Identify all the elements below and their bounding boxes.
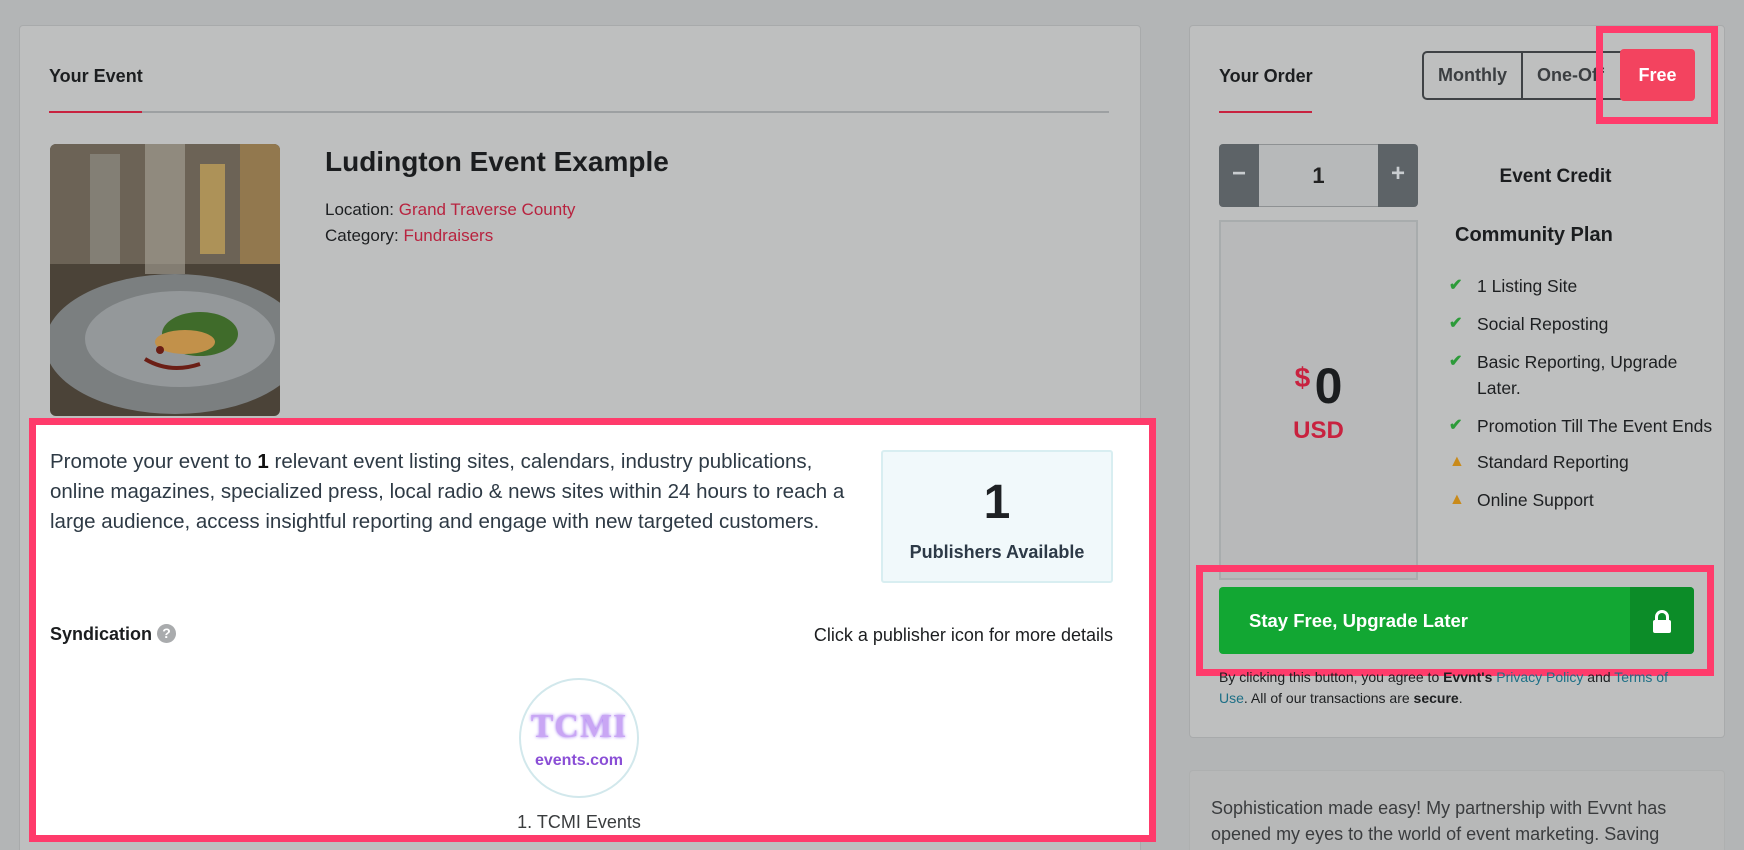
warning-icon: ▲: [1449, 453, 1465, 470]
publisher-icon-tcmi[interactable]: TCMI events.com: [519, 678, 639, 798]
cta-highlight-box: [1196, 565, 1714, 676]
publisher-name[interactable]: 1. TCMI Events: [476, 812, 682, 833]
billing-toggle: Monthly One-Off: [1422, 51, 1625, 100]
location-link[interactable]: Grand Traverse County: [399, 200, 576, 219]
legal-text: By clicking this button, you agree to Ev…: [1219, 669, 1668, 706]
order-tab-underline: [1219, 111, 1312, 113]
event-photo: [50, 144, 280, 416]
privacy-policy-link[interactable]: Privacy Policy: [1496, 669, 1583, 685]
category-link[interactable]: Fundraisers: [403, 226, 493, 245]
category-label: Category:: [325, 226, 399, 245]
publishers-available-box: 1 Publishers Available: [881, 450, 1113, 583]
check-icon: ✔: [1449, 417, 1463, 434]
testimonial-text: Sophistication made easy! My partnership…: [1211, 798, 1667, 844]
quantity-increase-button[interactable]: +: [1378, 144, 1418, 207]
feature-item: ▲ Standard Reporting: [1449, 449, 1719, 475]
check-icon: ✔: [1449, 353, 1463, 370]
warning-icon: ▲: [1449, 491, 1465, 508]
free-highlight-box: [1596, 26, 1718, 124]
feature-item: ▲ Online Support: [1449, 487, 1719, 513]
feature-item: ✔ Social Reposting: [1449, 311, 1719, 337]
publisher-logo-text: TCMI: [530, 708, 628, 745]
tab-your-order[interactable]: Your Order: [1219, 66, 1313, 87]
promo-description: Promote your event to 1 relevant event l…: [50, 450, 845, 533]
publishers-label: Publishers Available: [909, 542, 1085, 562]
help-icon[interactable]: ?: [157, 624, 176, 643]
location-label: Location:: [325, 200, 394, 219]
price-symbol: $: [1294, 362, 1311, 393]
quantity-stepper: − 1 +: [1219, 144, 1418, 207]
quantity-decrease-button[interactable]: −: [1219, 144, 1259, 207]
feature-item: ✔ Promotion Till The Event Ends: [1449, 413, 1719, 439]
quantity-input[interactable]: 1: [1259, 144, 1378, 207]
check-icon: ✔: [1449, 315, 1463, 332]
promo-count: 1: [257, 450, 269, 473]
tab-your-event[interactable]: Your Event: [49, 66, 143, 87]
syndication-label: Syndication: [50, 624, 153, 644]
plan-name: Community Plan: [1455, 224, 1613, 246]
feature-item: ✔ 1 Listing Site: [1449, 273, 1719, 299]
event-location: Location: Grand Traverse County: [325, 200, 575, 220]
publisher-logo-subtext: events.com: [534, 752, 624, 769]
publisher-hint: Click a publisher icon for more details: [813, 625, 1113, 645]
price-amount: 0: [1314, 358, 1343, 414]
check-icon: ✔: [1449, 277, 1463, 294]
price-box: $ 0 USD: [1219, 220, 1418, 580]
active-tab-underline: [49, 111, 142, 113]
billing-monthly-button[interactable]: Monthly: [1424, 53, 1523, 98]
feature-list: ✔ 1 Listing Site ✔ Social Reposting ✔ Basic…: [1449, 273, 1719, 525]
event-category: Category: Fundraisers: [325, 226, 493, 246]
feature-item: ✔ Basic Reporting, Upgrade Later.: [1449, 349, 1719, 401]
publishers-count: 1: [983, 476, 1011, 529]
promo-card: Promote your event to 1 relevant event l…: [29, 418, 1156, 842]
tab-divider: [49, 111, 1109, 113]
event-credit-label: Event Credit: [1499, 166, 1612, 187]
price-currency: USD: [1293, 417, 1344, 444]
event-title: Ludington Event Example: [325, 146, 669, 177]
